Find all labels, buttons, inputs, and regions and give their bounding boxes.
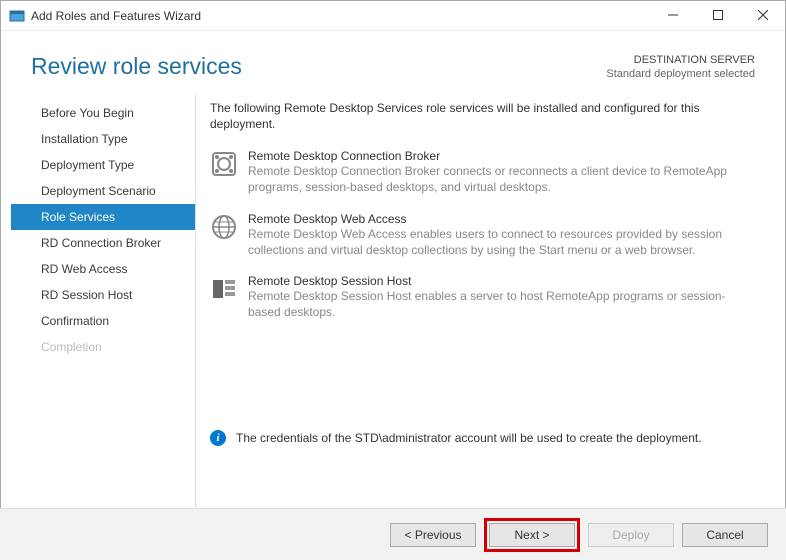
step-before-you-begin[interactable]: Before You Begin <box>11 100 195 126</box>
step-deployment-scenario[interactable]: Deployment Scenario <box>11 178 195 204</box>
minimize-button[interactable] <box>650 1 695 29</box>
info-bar: i The credentials of the STD\administrat… <box>210 430 755 446</box>
app-icon <box>9 8 25 24</box>
maximize-button[interactable] <box>695 1 740 29</box>
step-deployment-type[interactable]: Deployment Type <box>11 152 195 178</box>
connection-broker-icon <box>210 151 238 179</box>
role-desc: Remote Desktop Connection Broker connect… <box>248 163 755 195</box>
close-button[interactable] <box>740 1 785 29</box>
intro-text: The following Remote Desktop Services ro… <box>210 100 755 134</box>
window-controls <box>650 1 785 30</box>
next-button[interactable]: Next > <box>489 523 575 547</box>
step-rd-connection-broker[interactable]: RD Connection Broker <box>11 230 195 256</box>
destination-server: DESTINATION SERVER Standard deployment s… <box>606 53 755 82</box>
previous-button[interactable]: < Previous <box>390 523 476 547</box>
web-access-icon <box>210 214 238 242</box>
destination-label: DESTINATION SERVER <box>606 53 755 67</box>
page-title: Review role services <box>31 53 242 80</box>
step-rd-session-host[interactable]: RD Session Host <box>11 282 195 308</box>
window-title: Add Roles and Features Wizard <box>31 9 650 23</box>
wizard-footer: < Previous Next > Deploy Cancel <box>0 508 786 560</box>
wizard-content: The following Remote Desktop Services ro… <box>196 94 785 512</box>
step-completion: Completion <box>11 334 195 360</box>
info-text: The credentials of the STD\administrator… <box>236 431 702 445</box>
next-highlight: Next > <box>484 518 580 552</box>
role-desc: Remote Desktop Web Access enables users … <box>248 226 755 258</box>
step-installation-type[interactable]: Installation Type <box>11 126 195 152</box>
role-desc: Remote Desktop Session Host enables a se… <box>248 288 755 320</box>
role-connection-broker: Remote Desktop Connection Broker Remote … <box>210 149 755 195</box>
step-rd-web-access[interactable]: RD Web Access <box>11 256 195 282</box>
info-icon: i <box>210 430 226 446</box>
role-session-host: Remote Desktop Session Host Remote Deskt… <box>210 274 755 320</box>
deploy-button: Deploy <box>588 523 674 547</box>
step-confirmation[interactable]: Confirmation <box>11 308 195 334</box>
wizard-header: Review role services DESTINATION SERVER … <box>1 31 785 82</box>
wizard-sidebar: Before You Begin Installation Type Deplo… <box>11 94 196 512</box>
role-title: Remote Desktop Web Access <box>248 212 755 226</box>
role-title: Remote Desktop Connection Broker <box>248 149 755 163</box>
step-role-services[interactable]: Role Services <box>11 204 195 230</box>
cancel-button[interactable]: Cancel <box>682 523 768 547</box>
titlebar: Add Roles and Features Wizard <box>1 1 785 31</box>
role-web-access: Remote Desktop Web Access Remote Desktop… <box>210 212 755 258</box>
destination-value: Standard deployment selected <box>606 67 755 81</box>
session-host-icon <box>210 276 238 304</box>
role-title: Remote Desktop Session Host <box>248 274 755 288</box>
